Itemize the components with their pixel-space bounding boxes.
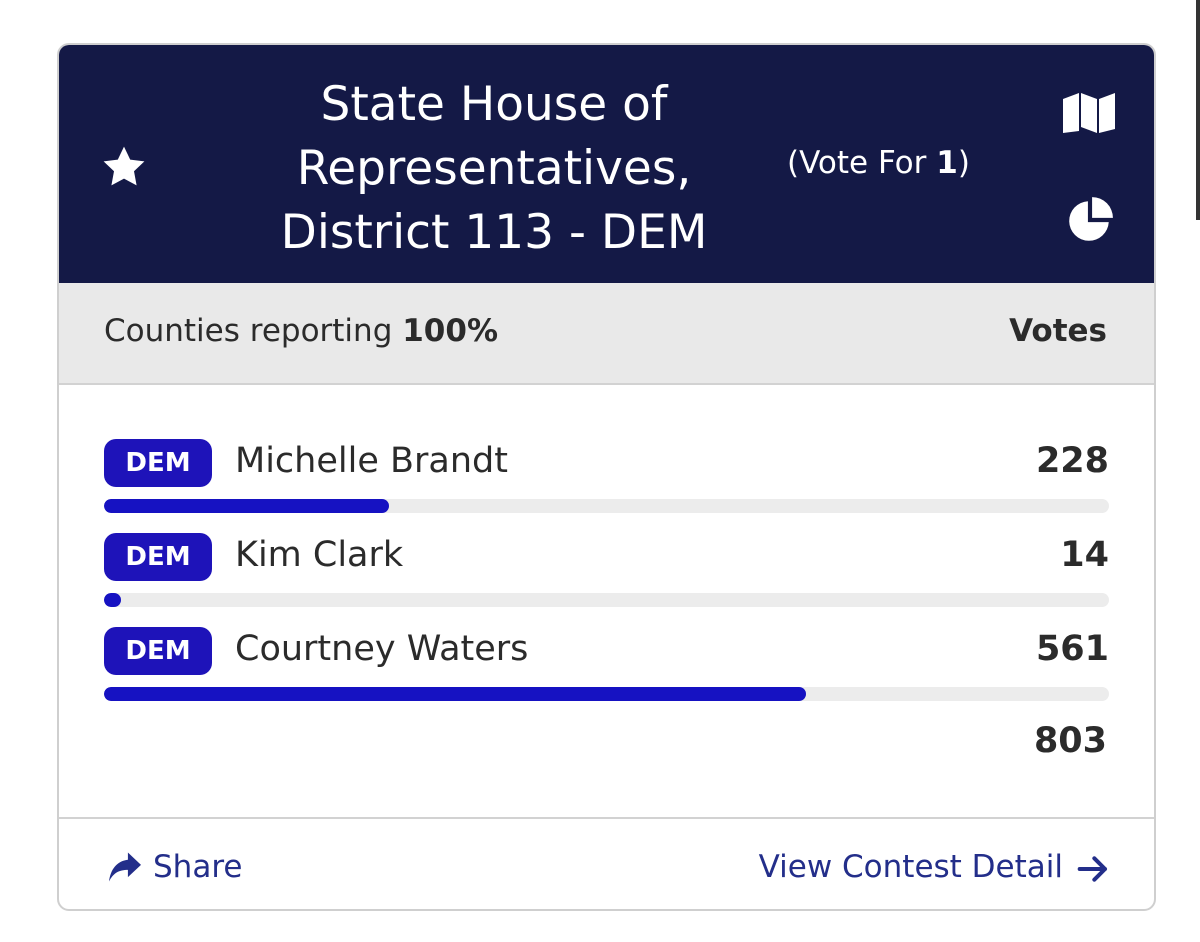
view-contest-detail-link[interactable]: View Contest Detail	[759, 849, 1109, 889]
candidate-name: Michelle Brandt	[235, 441, 508, 481]
party-badge: DEM	[104, 533, 212, 581]
vote-share-bar	[104, 687, 1109, 701]
contest-header: State House of Representatives, District…	[59, 45, 1154, 283]
party-badge: DEM	[104, 439, 212, 487]
candidate-row: DEM Kim Clark 14	[104, 533, 1109, 613]
arrow-right-icon	[1077, 856, 1107, 882]
vote-share-bar	[104, 499, 1109, 513]
vote-share-fill	[104, 593, 122, 607]
candidate-name: Kim Clark	[235, 535, 404, 575]
scrollbar-edge	[1196, 0, 1200, 220]
vote-for-label: (Vote For 1)	[787, 145, 970, 181]
star-icon[interactable]	[99, 143, 149, 191]
map-icon[interactable]	[1063, 91, 1115, 133]
vote-share-bar	[104, 593, 1109, 607]
contest-title: State House of Representatives, District…	[280, 77, 708, 260]
vote-share-fill	[104, 499, 390, 513]
card-footer: Share View Contest Detail	[59, 817, 1154, 909]
counties-reporting: Counties reporting 100%	[104, 313, 499, 349]
share-label: Share	[153, 849, 243, 885]
contest-card: State House of Representatives, District…	[57, 43, 1156, 911]
candidate-row: DEM Courtney Waters 561	[104, 627, 1109, 707]
votes-column-header: Votes	[1009, 313, 1107, 349]
share-icon	[109, 852, 141, 882]
reporting-bar: Counties reporting 100% Votes	[59, 283, 1154, 385]
candidate-row: DEM Michelle Brandt 228	[104, 439, 1109, 519]
pie-chart-icon[interactable]	[1065, 195, 1115, 245]
candidate-votes: 561	[1035, 629, 1109, 669]
candidate-votes: 228	[1035, 441, 1109, 481]
party-badge: DEM	[104, 627, 212, 675]
candidate-votes: 14	[1060, 535, 1109, 575]
total-votes: 803	[1033, 721, 1107, 761]
view-contest-detail-label: View Contest Detail	[758, 849, 1063, 885]
candidate-name: Courtney Waters	[235, 629, 529, 669]
vote-share-fill	[104, 687, 807, 701]
